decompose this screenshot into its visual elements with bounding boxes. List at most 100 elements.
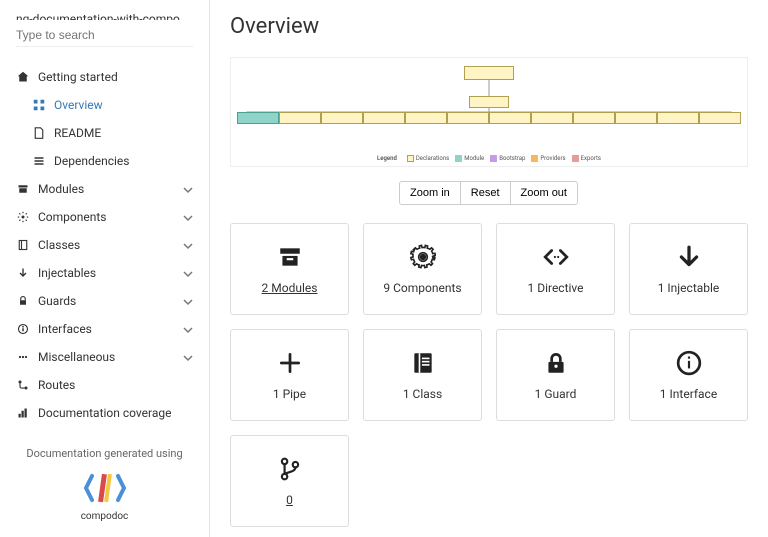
page-title: Overview: [230, 14, 748, 39]
nav-label: Modules: [38, 182, 84, 196]
nav-label: Interfaces: [38, 322, 92, 336]
footer-text: Documentation generated using: [16, 447, 193, 460]
card-injectables[interactable]: 1 Injectable: [629, 223, 748, 315]
card-pipes[interactable]: 1 Pipe: [230, 329, 349, 421]
sidebar: ng-documentation-with-compodoc documen..…: [0, 0, 210, 537]
card-label: 2 Modules: [262, 281, 318, 295]
chevron-down-icon: [183, 268, 193, 278]
info-icon: [676, 349, 702, 377]
card-label: 9 Components: [383, 281, 461, 295]
plus-icon: [277, 349, 303, 377]
archive-icon: [277, 243, 303, 271]
file-icon: [32, 126, 46, 140]
zoom-in-button[interactable]: Zoom in: [399, 181, 461, 205]
gear-icon: [16, 210, 30, 224]
nav-getting-started[interactable]: Getting started: [0, 63, 209, 91]
search-box: [0, 20, 209, 59]
home-icon: [16, 70, 30, 84]
chevron-down-icon: [183, 184, 193, 194]
zoom-controls: Zoom in Reset Zoom out: [230, 181, 748, 205]
lock-icon: [543, 349, 569, 377]
diagram-node: [279, 112, 321, 124]
nav-classes[interactable]: Classes: [0, 231, 209, 259]
nav-miscellaneous[interactable]: Miscellaneous: [0, 343, 209, 371]
reset-button[interactable]: Reset: [460, 181, 511, 205]
nav-label: README: [54, 126, 101, 140]
nav-label: Overview: [54, 98, 103, 112]
overview-cards: 2 Modules 9 Components 1 Directive 1 Inj…: [230, 223, 748, 527]
card-label: 1 Class: [403, 387, 442, 401]
branch-icon: [277, 455, 303, 483]
card-extra[interactable]: 0: [230, 435, 349, 527]
diagram-node: [447, 112, 489, 124]
logo-text: compodoc: [16, 511, 193, 522]
nav-label: Dependencies: [54, 154, 129, 168]
nav-interfaces[interactable]: Interfaces: [0, 315, 209, 343]
nav-modules[interactable]: Modules: [0, 175, 209, 203]
archive-icon: [16, 182, 30, 196]
diagram-root-node: [464, 66, 514, 80]
card-directives[interactable]: 1 Directive: [496, 223, 615, 315]
nav-dependencies[interactable]: Dependencies: [0, 147, 209, 175]
diagram-children: [237, 112, 741, 124]
nav-guards[interactable]: Guards: [0, 287, 209, 315]
nav-label: Guards: [38, 294, 76, 308]
chevron-down-icon: [183, 324, 193, 334]
dependency-diagram[interactable]: Legend Declarations Module Bootstrap Pro…: [230, 57, 748, 167]
chevron-down-icon: [183, 352, 193, 362]
nav-label: Routes: [38, 378, 75, 392]
diagram-node: [363, 112, 405, 124]
arrow-down-icon: [16, 266, 30, 280]
nav-overview[interactable]: Overview: [0, 91, 209, 119]
nav-label: Documentation coverage: [38, 406, 171, 420]
diagram-node: [699, 112, 741, 124]
gear-icon: [410, 243, 436, 271]
nav: Getting started Overview README Dependen…: [0, 59, 209, 431]
code-icon: [543, 243, 569, 271]
card-components[interactable]: 9 Components: [363, 223, 482, 315]
compodoc-logo[interactable]: compodoc: [16, 468, 193, 522]
chevron-down-icon: [183, 212, 193, 222]
diagram-node: [531, 112, 573, 124]
nav-injectables[interactable]: Injectables: [0, 259, 209, 287]
chevron-down-icon: [183, 240, 193, 250]
lock-icon: [16, 294, 30, 308]
card-modules[interactable]: 2 Modules: [230, 223, 349, 315]
diagram-node: [237, 112, 279, 124]
arrow-down-icon: [676, 243, 702, 271]
legend-title: Legend: [377, 155, 397, 162]
search-input[interactable]: [16, 24, 193, 47]
nav-components[interactable]: Components: [0, 203, 209, 231]
chevron-down-icon: [183, 296, 193, 306]
nav-coverage[interactable]: Documentation coverage: [0, 399, 209, 427]
nav-label: Getting started: [38, 70, 118, 84]
chart-icon: [16, 406, 30, 420]
diagram-legend: Legend Declarations Module Bootstrap Pro…: [377, 155, 601, 162]
diagram-node: [657, 112, 699, 124]
card-label: 1 Guard: [535, 387, 577, 401]
nav-label: Miscellaneous: [38, 350, 115, 364]
nav-readme[interactable]: README: [0, 119, 209, 147]
nav-label: Injectables: [38, 266, 96, 280]
list-icon: [32, 154, 46, 168]
card-label: 1 Directive: [527, 281, 583, 295]
main-content: Overview Legend Declarations: [210, 0, 768, 537]
card-label: 1 Interface: [660, 387, 717, 401]
card-label: 1 Injectable: [658, 281, 720, 295]
info-icon: [16, 322, 30, 336]
diagram-node: [489, 112, 531, 124]
sidebar-footer: Documentation generated using compodoc: [0, 431, 209, 537]
card-interfaces[interactable]: 1 Interface: [629, 329, 748, 421]
card-classes[interactable]: 1 Class: [363, 329, 482, 421]
diagram-node: [321, 112, 363, 124]
zoom-out-button[interactable]: Zoom out: [510, 181, 578, 205]
nav-label: Classes: [38, 238, 80, 252]
card-label: 0: [286, 493, 293, 507]
nav-routes[interactable]: Routes: [0, 371, 209, 399]
project-title: ng-documentation-with-compodoc documen..…: [0, 0, 209, 20]
routes-icon: [16, 378, 30, 392]
diagram-node: [573, 112, 615, 124]
diagram-mid-node: [469, 96, 509, 108]
card-label: 1 Pipe: [273, 387, 306, 401]
card-guards[interactable]: 1 Guard: [496, 329, 615, 421]
